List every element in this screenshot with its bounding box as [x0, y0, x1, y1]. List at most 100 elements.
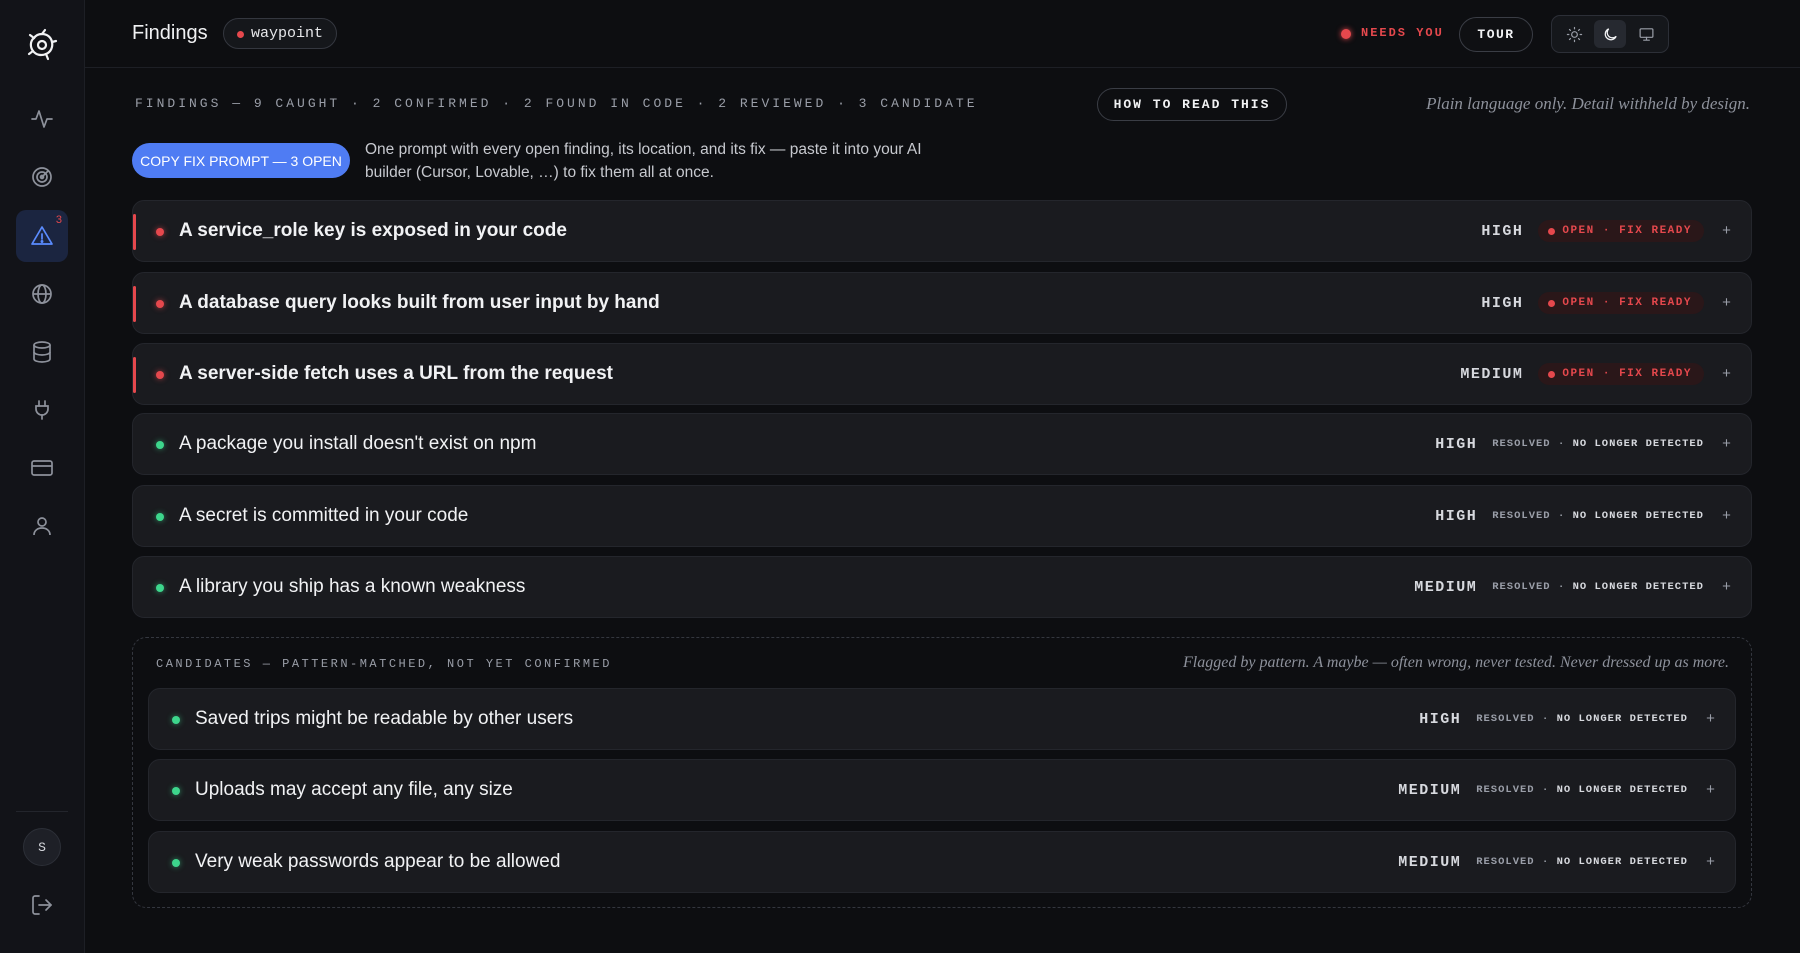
nav-activity[interactable]	[16, 93, 68, 145]
status-detail: NO LONGER DETECTED	[1556, 713, 1688, 725]
sidebar-divider	[16, 811, 68, 812]
finding-title: A library you ship has a known weakness	[179, 576, 526, 597]
radar-icon	[32, 167, 52, 187]
expand-button[interactable]: +	[1722, 366, 1731, 383]
severity-label: MEDIUM	[1398, 853, 1462, 871]
avatar[interactable]: S	[23, 828, 61, 866]
open-indicator-bar	[133, 357, 136, 393]
expand-button[interactable]: +	[1706, 711, 1715, 728]
finding-row[interactable]: A package you install doesn't exist on n…	[132, 413, 1752, 475]
finding-row[interactable]: A server-side fetch uses a URL from the …	[132, 343, 1752, 405]
summary-note: Plain language only. Detail withheld by …	[1426, 94, 1750, 113]
severity-label: HIGH	[1481, 294, 1524, 312]
status-dot	[172, 716, 180, 724]
logout-icon[interactable]	[30, 893, 54, 917]
candidates-note: Flagged by pattern. A maybe — often wron…	[1183, 654, 1729, 671]
status-text: RESOLVED · NO LONGER DETECTED	[1476, 784, 1688, 796]
status-detail: NO LONGER DETECTED	[1572, 581, 1704, 593]
globe-icon	[32, 284, 52, 304]
nav-radar[interactable]	[16, 151, 68, 203]
finding-row[interactable]: A service_role key is exposed in your co…	[132, 200, 1752, 262]
status-resolved-label: RESOLVED	[1492, 438, 1551, 450]
expand-button[interactable]: +	[1722, 223, 1731, 240]
status-resolved-label: RESOLVED	[1476, 784, 1535, 796]
nav-database[interactable]	[16, 326, 68, 378]
plug-icon	[35, 400, 49, 420]
severity-label: MEDIUM	[1460, 365, 1524, 383]
nav-findings[interactable]: 3	[16, 210, 68, 262]
project-selector[interactable]: waypoint	[223, 18, 338, 49]
theme-dark-button[interactable]	[1594, 20, 1626, 48]
needs-you-indicator[interactable]: NEEDS YOU	[1339, 26, 1444, 40]
finding-title: A database query looks built from user i…	[179, 292, 660, 313]
status-dot	[156, 584, 164, 592]
status-detail: NO LONGER DETECTED	[1572, 510, 1704, 522]
theme-system-button[interactable]	[1630, 20, 1662, 48]
theme-switcher	[1551, 15, 1669, 53]
moon-icon	[1604, 27, 1617, 40]
logo-icon[interactable]	[25, 28, 59, 62]
expand-button[interactable]: +	[1722, 579, 1731, 596]
top-bar: Findings waypoint	[85, 0, 1800, 68]
open-indicator-bar	[133, 214, 136, 250]
status-resolved-label: RESOLVED	[1476, 856, 1535, 868]
finding-title: A package you install doesn't exist on n…	[179, 433, 537, 454]
project-name: waypoint	[251, 25, 324, 42]
open-indicator-bar	[133, 286, 136, 322]
expand-button[interactable]: +	[1706, 854, 1715, 871]
copy-prompt-description: One prompt with every open finding, its …	[365, 141, 922, 181]
status-dot	[172, 859, 180, 867]
status-dot	[156, 441, 164, 449]
severity-label: HIGH	[1481, 222, 1524, 240]
status-resolved-label: RESOLVED	[1476, 713, 1535, 725]
status-dot	[156, 513, 164, 521]
sidebar: 3 S	[0, 0, 85, 953]
candidate-title: Uploads may accept any file, any size	[195, 779, 513, 800]
candidate-row[interactable]: Saved trips might be readable by other u…	[148, 688, 1736, 750]
nav-globe[interactable]	[16, 268, 68, 320]
expand-button[interactable]: +	[1722, 508, 1731, 525]
nav-billing[interactable]	[16, 442, 68, 494]
nav-account[interactable]	[16, 500, 68, 552]
copy-fix-prompt-button[interactable]: COPY FIX PROMPT — 3 OPEN	[132, 143, 350, 178]
findings-count-badge: 3	[55, 214, 62, 226]
expand-button[interactable]: +	[1706, 782, 1715, 799]
finding-row[interactable]: A library you ship has a known weakness …	[132, 556, 1752, 618]
finding-title: A secret is committed in your code	[179, 505, 469, 526]
status-badge: OPEN · FIX READY	[1538, 363, 1704, 385]
severity-label: HIGH	[1435, 435, 1478, 453]
severity-label: HIGH	[1435, 507, 1478, 525]
status-dot	[156, 371, 164, 379]
severity-label: MEDIUM	[1414, 578, 1478, 596]
finding-row[interactable]: A secret is committed in your code HIGH …	[132, 485, 1752, 547]
project-status-dot	[237, 31, 244, 38]
needs-you-label: NEEDS YOU	[1361, 26, 1444, 40]
how-to-read-button[interactable]: HOW TO READ THIS	[1097, 88, 1287, 121]
alert-triangle-icon	[31, 226, 53, 245]
candidate-row[interactable]: Uploads may accept any file, any size ME…	[148, 759, 1736, 821]
expand-button[interactable]: +	[1722, 436, 1731, 453]
theme-light-button[interactable]	[1558, 20, 1590, 48]
status-text: RESOLVED · NO LONGER DETECTED	[1492, 438, 1704, 450]
tour-button[interactable]: TOUR	[1459, 17, 1533, 52]
candidate-row[interactable]: Very weak passwords appear to be allowed…	[148, 831, 1736, 893]
candidates-section: CANDIDATES — PATTERN-MATCHED, NOT YET CO…	[132, 637, 1752, 908]
sun-icon	[1566, 26, 1582, 42]
credit-card-icon	[31, 460, 53, 476]
finding-title: A service_role key is exposed in your co…	[179, 220, 567, 241]
nav-integrations[interactable]	[16, 384, 68, 436]
expand-button[interactable]: +	[1722, 295, 1731, 312]
status-badge: OPEN · FIX READY	[1538, 220, 1704, 242]
finding-row[interactable]: A database query looks built from user i…	[132, 272, 1752, 334]
user-icon	[33, 517, 51, 536]
status-text: RESOLVED · NO LONGER DETECTED	[1476, 713, 1688, 725]
status-dot	[156, 300, 164, 308]
status-badge: OPEN · FIX READY	[1538, 292, 1704, 314]
status-detail: NO LONGER DETECTED	[1572, 438, 1704, 450]
candidate-title: Very weak passwords appear to be allowed	[195, 851, 561, 872]
status-detail: NO LONGER DETECTED	[1556, 784, 1688, 796]
database-icon	[33, 341, 51, 363]
severity-label: HIGH	[1419, 710, 1462, 728]
status-resolved-label: RESOLVED	[1492, 581, 1551, 593]
status-resolved-label: RESOLVED	[1492, 510, 1551, 522]
